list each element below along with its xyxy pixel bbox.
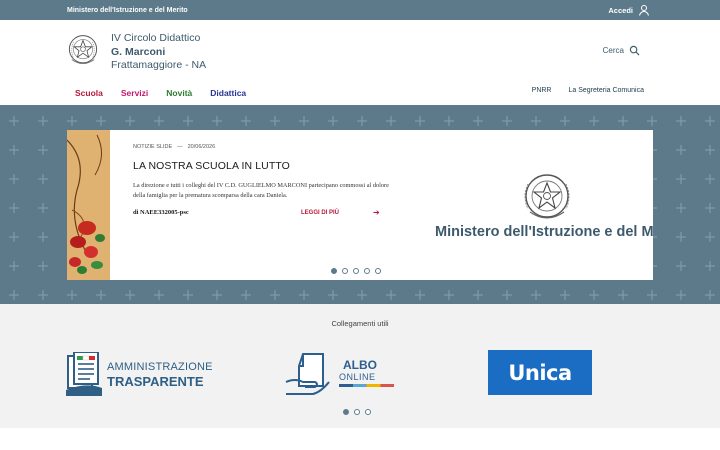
albo-color-bar [339, 384, 394, 387]
hero-carousel-dots [0, 268, 720, 274]
slide-meta: NOTIZIE SLIDE — 20/06/2026 [133, 144, 215, 150]
search-icon [629, 45, 640, 56]
nav-item-didattica[interactable]: Didattica [210, 88, 246, 98]
nav-item-novita[interactable]: Novità [166, 88, 192, 98]
slide-author: di NAEE332005-psc [133, 209, 189, 216]
albo-hand-icon [285, 353, 330, 395]
read-more-link[interactable]: LEGGI DI PIÙ [301, 210, 339, 216]
login-label: Accedi [608, 5, 633, 15]
user-icon [639, 5, 649, 16]
nav-item-servizi[interactable]: Servizi [121, 88, 148, 98]
at-label-line2: TRASPARENTE [107, 374, 204, 389]
arrow-right-icon[interactable]: ➔ [373, 208, 380, 217]
site-header: IV Circolo Didattico G. Marconi Frattama… [0, 20, 720, 104]
floral-artwork [67, 130, 110, 280]
ministry-link[interactable]: Ministero dell'Istruzione e del Merito [67, 7, 188, 14]
search-label: Cerca [602, 46, 624, 55]
login-button[interactable]: Accedi [608, 4, 650, 16]
links-carousel-dots [0, 409, 720, 415]
documents-icon [66, 352, 102, 396]
carousel-dot-2[interactable] [342, 268, 348, 274]
carousel-dot-5[interactable] [375, 268, 381, 274]
slide-category[interactable]: NOTIZIE SLIDE [133, 144, 172, 150]
nav-item-segreteria[interactable]: La Segreteria Comunica [569, 87, 645, 94]
slide-title[interactable]: LA NOSTRA SCUOLA IN LUTTO [133, 160, 290, 172]
links-dot-1[interactable] [343, 409, 349, 415]
school-location: Frattamaggiore - NA [111, 59, 207, 71]
albo-online-banner[interactable]: ALBO ONLINE [285, 352, 400, 396]
unica-logo-text: Unica [508, 360, 572, 385]
main-nav: Scuola Servizi Novità Didattica [75, 88, 246, 98]
unica-banner[interactable]: Unica [488, 350, 592, 395]
secondary-nav: PNRR La Segreteria Comunica [532, 87, 644, 94]
top-bar: Ministero dell'Istruzione e del Merito A… [0, 0, 720, 20]
news-carousel: NOTIZIE SLIDE — 20/06/2026 LA NOSTRA SCU… [0, 105, 720, 304]
albo-label-line1: ALBO [343, 358, 377, 372]
at-label-line1: AMMINISTRAZIONE [107, 361, 213, 373]
meta-separator: — [177, 144, 183, 150]
useful-links-title: Collegamenti utili [331, 319, 389, 328]
nav-item-scuola[interactable]: Scuola [75, 88, 103, 98]
carousel-dot-4[interactable] [364, 268, 370, 274]
ministry-caption: Ministero dell'Istruzione e del Merito [435, 224, 653, 240]
school-type: IV Circolo Didattico [111, 32, 201, 44]
nav-item-pnrr[interactable]: PNRR [532, 87, 552, 94]
albo-label-line2: ONLINE [339, 372, 376, 382]
slide-date: 20/06/2026 [187, 144, 216, 150]
carousel-dot-3[interactable] [353, 268, 359, 274]
links-dot-3[interactable] [365, 409, 371, 415]
amministrazione-trasparente-banner[interactable]: AMMINISTRAZIONE TRASPARENTE [66, 352, 218, 396]
useful-links-section: Collegamenti utili AMMINISTRAZIONE TRASP… [0, 304, 720, 428]
school-name: G. Marconi [111, 45, 166, 58]
search-button[interactable]: Cerca [603, 45, 640, 56]
school-brand[interactable]: IV Circolo Didattico G. Marconi Frattama… [67, 32, 206, 73]
links-dot-2[interactable] [354, 409, 360, 415]
italian-emblem-icon [68, 35, 98, 64]
carousel-dot-1[interactable] [331, 268, 337, 274]
news-slide[interactable]: NOTIZIE SLIDE — 20/06/2026 LA NOSTRA SCU… [67, 130, 653, 280]
slide-body: La direzione e tutti i colleghi del IV C… [133, 182, 389, 199]
